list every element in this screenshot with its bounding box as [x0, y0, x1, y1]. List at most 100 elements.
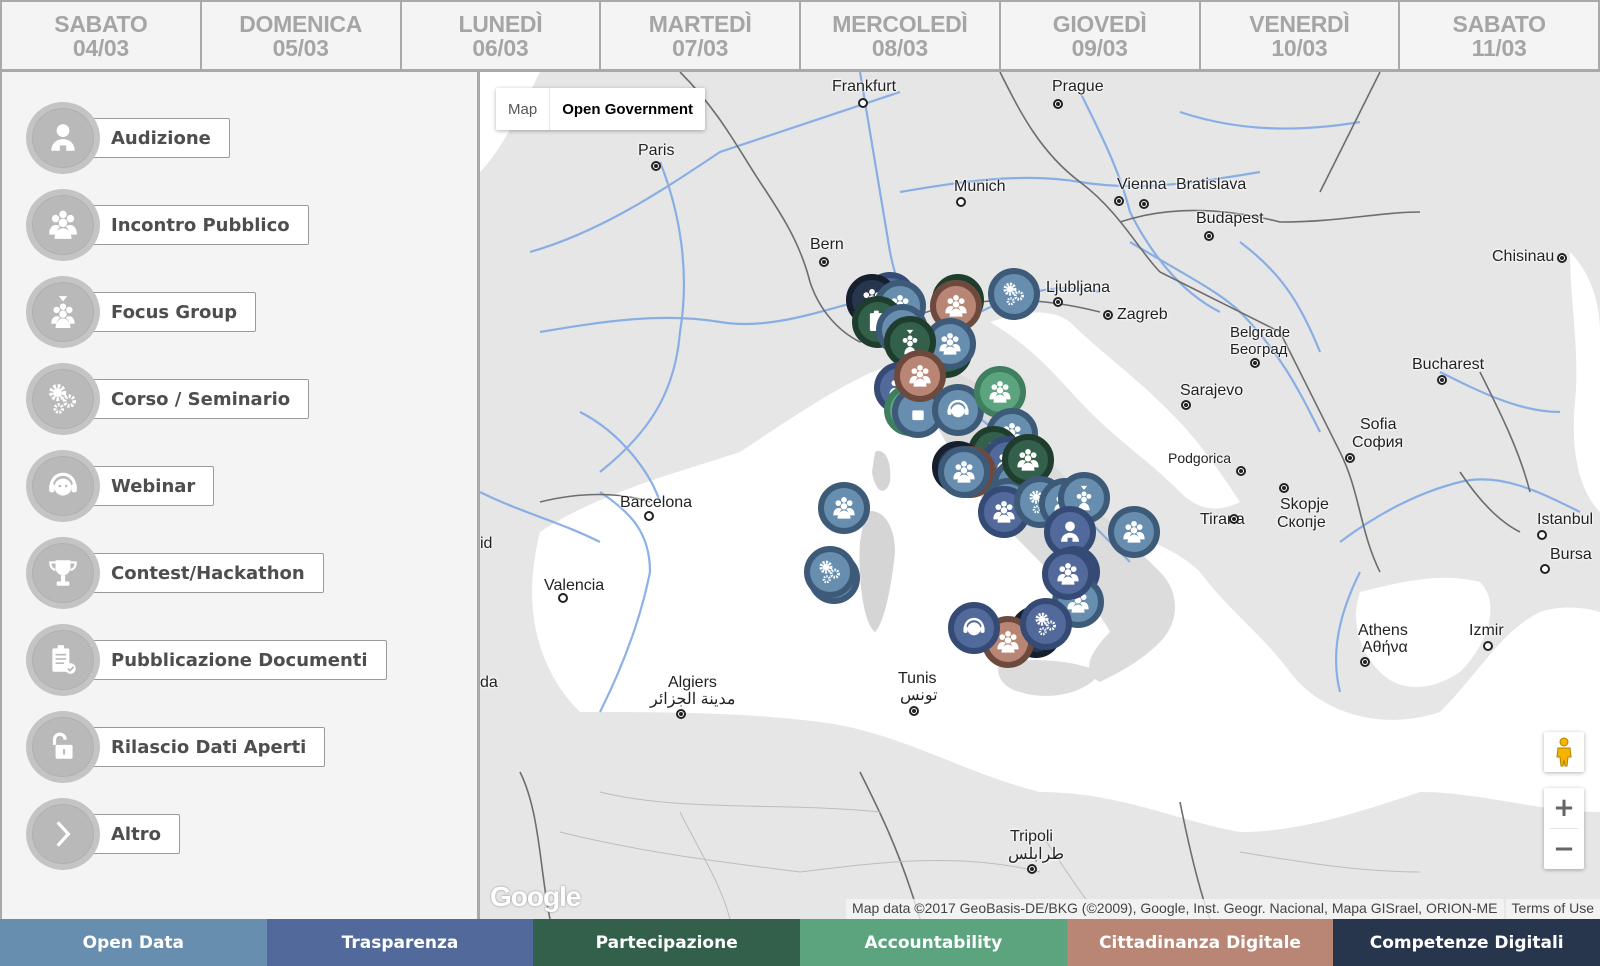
day-tab[interactable]: LUNEDÌ 06/03 [402, 2, 602, 69]
city-dot [1250, 358, 1260, 368]
city-dot [819, 257, 829, 267]
day-tab[interactable]: SABATO 11/03 [1400, 2, 1598, 69]
city-label: Chisinau [1492, 248, 1555, 265]
day-tab[interactable]: SABATO 04/03 [2, 2, 202, 69]
legend-item-altro[interactable]: Altro [26, 798, 180, 870]
city-dot [676, 709, 686, 719]
city-label: Skopje [1280, 496, 1329, 513]
day-name: GIOVEDÌ [1052, 10, 1147, 37]
group-icon [953, 461, 975, 483]
event-marker[interactable] [948, 602, 1000, 654]
city-label: Budapest [1196, 210, 1264, 227]
day-tab[interactable]: MERCOLEDÌ 08/03 [801, 2, 1001, 69]
city-label: Αθήνα [1362, 639, 1408, 656]
legend-label: Altro [90, 814, 180, 854]
category-partecipazione[interactable]: Partecipazione [533, 919, 801, 966]
legend-item-rilascio-dati-aperti[interactable]: Rilascio Dati Aperti [26, 711, 326, 783]
day-tab[interactable]: MARTEDÌ 07/03 [601, 2, 801, 69]
map-attribution: Map data ©2017 GeoBasis-DE/BKG (©2009), … [846, 899, 1600, 919]
group-icon [833, 497, 855, 519]
city-label: Bratislava [1176, 176, 1247, 193]
event-marker[interactable] [804, 546, 856, 598]
gears-icon [1035, 612, 1056, 636]
clipboard-check-icon [52, 645, 76, 674]
day-name: SABATO [1452, 10, 1546, 37]
city-label: Скопје [1277, 514, 1326, 531]
zoom-out-button[interactable]: − [1544, 829, 1584, 869]
day-tab[interactable]: GIOVEDÌ 09/03 [1001, 2, 1201, 69]
map-type-open-government-button[interactable]: Open Government [550, 88, 705, 130]
city-label: id [480, 535, 493, 552]
category-trasparenza[interactable]: Trasparenza [266, 919, 534, 966]
person-icon [51, 124, 75, 151]
city-dot [858, 98, 868, 108]
legend-item-webinar[interactable]: Webinar [26, 450, 215, 522]
group-icon [1017, 449, 1039, 471]
city-label: Frankfurt [832, 78, 897, 95]
day-name: SABATO [54, 10, 148, 37]
terms-of-use-link[interactable]: Terms of Use [1505, 899, 1600, 919]
legend-item-incontro-pubblico[interactable]: Incontro Pubblico [26, 189, 309, 261]
day-name: MERCOLEDÌ [832, 10, 968, 37]
gears-icon [1003, 282, 1024, 306]
city-dot [644, 511, 654, 521]
event-marker[interactable] [938, 446, 990, 498]
legend-label: Focus Group [90, 292, 257, 332]
legend-item-corso-seminario[interactable]: Corso / Seminario [26, 363, 310, 435]
city-label: Algiers [668, 674, 717, 691]
attribution-text: Map data ©2017 GeoBasis-DE/BKG (©2009), … [846, 899, 1504, 919]
city-dot [651, 161, 661, 171]
street-view-pegman-button[interactable] [1544, 732, 1584, 772]
event-marker[interactable] [1042, 548, 1094, 600]
city-label: Istanbul [1537, 511, 1594, 528]
city-dot [909, 706, 919, 716]
day-tab[interactable]: VENERDÌ 10/03 [1201, 2, 1401, 69]
city-label: Bern [810, 236, 844, 253]
legend-item-audizione[interactable]: Audizione [26, 102, 230, 174]
city-dot [1027, 864, 1037, 874]
city-label: Munich [954, 178, 1006, 195]
group-icon [989, 381, 1011, 403]
city-dot [1537, 530, 1547, 540]
city-dot [1204, 231, 1214, 241]
city-label: Sofia [1360, 416, 1397, 433]
category-accountability[interactable]: Accountability [800, 919, 1067, 966]
unlock-icon [912, 410, 924, 421]
city-dot [1229, 514, 1239, 524]
headset-icon [49, 472, 77, 496]
zoom-in-button[interactable]: + [1544, 788, 1584, 828]
event-marker[interactable] [1020, 598, 1072, 650]
legend-item-pubblicazione-documenti[interactable]: Pubblicazione Documenti [26, 624, 387, 696]
legend-label: Corso / Seminario [90, 379, 310, 419]
city-dot [1103, 310, 1113, 320]
city-dot [1345, 453, 1355, 463]
legend-item-focus-group[interactable]: Focus Group [26, 276, 257, 348]
category-competenze-digitali[interactable]: Competenze Digitali [1333, 919, 1600, 966]
city-label: София [1352, 434, 1404, 451]
pegman-icon [1556, 737, 1572, 767]
day-tabs: SABATO 04/03 DOMENICA 05/03 LUNEDÌ 06/03 MA… [0, 0, 1600, 72]
legend-label: Webinar [90, 466, 215, 506]
map-type-map-button[interactable]: Map [496, 88, 551, 130]
map[interactable]: Map Open Government Frankfurt Prague Par… [480, 72, 1600, 919]
legend-item-contest-hackathon[interactable]: Contest/Hackathon [26, 537, 324, 609]
legend-icon-circle [26, 537, 100, 609]
event-type-legend: Audizione Incontro Pubblico Focus Group … [0, 72, 480, 919]
legend-icon-circle [26, 102, 100, 174]
headset-icon [963, 617, 985, 636]
event-marker[interactable] [988, 268, 1040, 320]
event-marker[interactable] [818, 482, 870, 534]
category-cittadinanza-digitale[interactable]: Cittadinanza Digitale [1066, 919, 1334, 966]
event-marker[interactable] [1108, 506, 1160, 558]
trophy-icon [49, 560, 77, 586]
city-label: Bucharest [1412, 356, 1485, 373]
chevron-right-icon [56, 821, 71, 847]
city-label: da [480, 674, 498, 691]
headset-icon [947, 399, 969, 418]
city-label: Prague [1052, 78, 1104, 95]
category-open-data[interactable]: Open Data [0, 919, 267, 966]
day-tab[interactable]: DOMENICA 05/03 [202, 2, 402, 69]
city-label: تونس [900, 687, 938, 704]
legend-icon-circle [26, 798, 100, 870]
zoom-control: + − [1544, 788, 1584, 869]
